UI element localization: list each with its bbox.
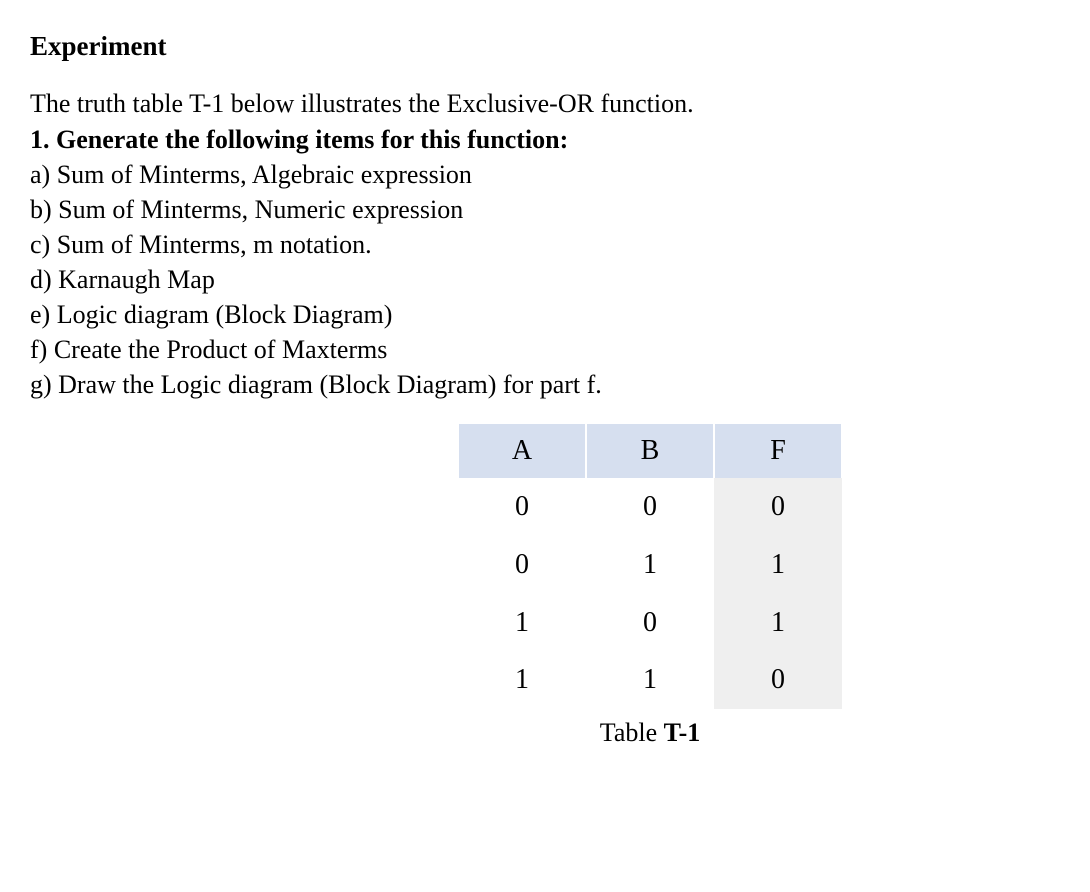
col-header-f: F — [714, 424, 842, 478]
item-c: c) Sum of Minterms, m notation. — [30, 227, 1060, 262]
col-header-a: A — [458, 424, 586, 478]
cell-a: 1 — [458, 651, 586, 709]
truth-table-block: A B F 0 0 0 0 1 1 1 0 1 1 1 — [450, 424, 850, 750]
item-f: f) Create the Product of Maxterms — [30, 332, 1060, 367]
cell-b: 0 — [586, 478, 714, 536]
cell-b: 1 — [586, 651, 714, 709]
task-instruction: 1. Generate the following items for this… — [30, 122, 1060, 157]
table-row: 0 1 1 — [458, 536, 842, 594]
section-heading: Experiment — [30, 28, 1060, 64]
intro-text: The truth table T-1 below illustrates th… — [30, 86, 1060, 121]
col-header-b: B — [586, 424, 714, 478]
cell-f: 1 — [714, 594, 842, 652]
item-d: d) Karnaugh Map — [30, 262, 1060, 297]
item-g: g) Draw the Logic diagram (Block Diagram… — [30, 367, 1060, 402]
caption-label: T-1 — [664, 718, 701, 747]
cell-a: 1 — [458, 594, 586, 652]
cell-b: 0 — [586, 594, 714, 652]
item-b: b) Sum of Minterms, Numeric expression — [30, 192, 1060, 227]
caption-prefix: Table — [600, 718, 664, 747]
cell-a: 0 — [458, 536, 586, 594]
truth-table: A B F 0 0 0 0 1 1 1 0 1 1 1 — [457, 424, 843, 709]
item-e: e) Logic diagram (Block Diagram) — [30, 297, 1060, 332]
cell-f: 1 — [714, 536, 842, 594]
table-row: 1 1 0 — [458, 651, 842, 709]
cell-a: 0 — [458, 478, 586, 536]
table-row: 1 0 1 — [458, 594, 842, 652]
item-a: a) Sum of Minterms, Algebraic expression — [30, 157, 1060, 192]
cell-f: 0 — [714, 478, 842, 536]
cell-f: 0 — [714, 651, 842, 709]
table-caption: Table T-1 — [600, 715, 701, 750]
table-header-row: A B F — [458, 424, 842, 478]
cell-b: 1 — [586, 536, 714, 594]
table-row: 0 0 0 — [458, 478, 842, 536]
